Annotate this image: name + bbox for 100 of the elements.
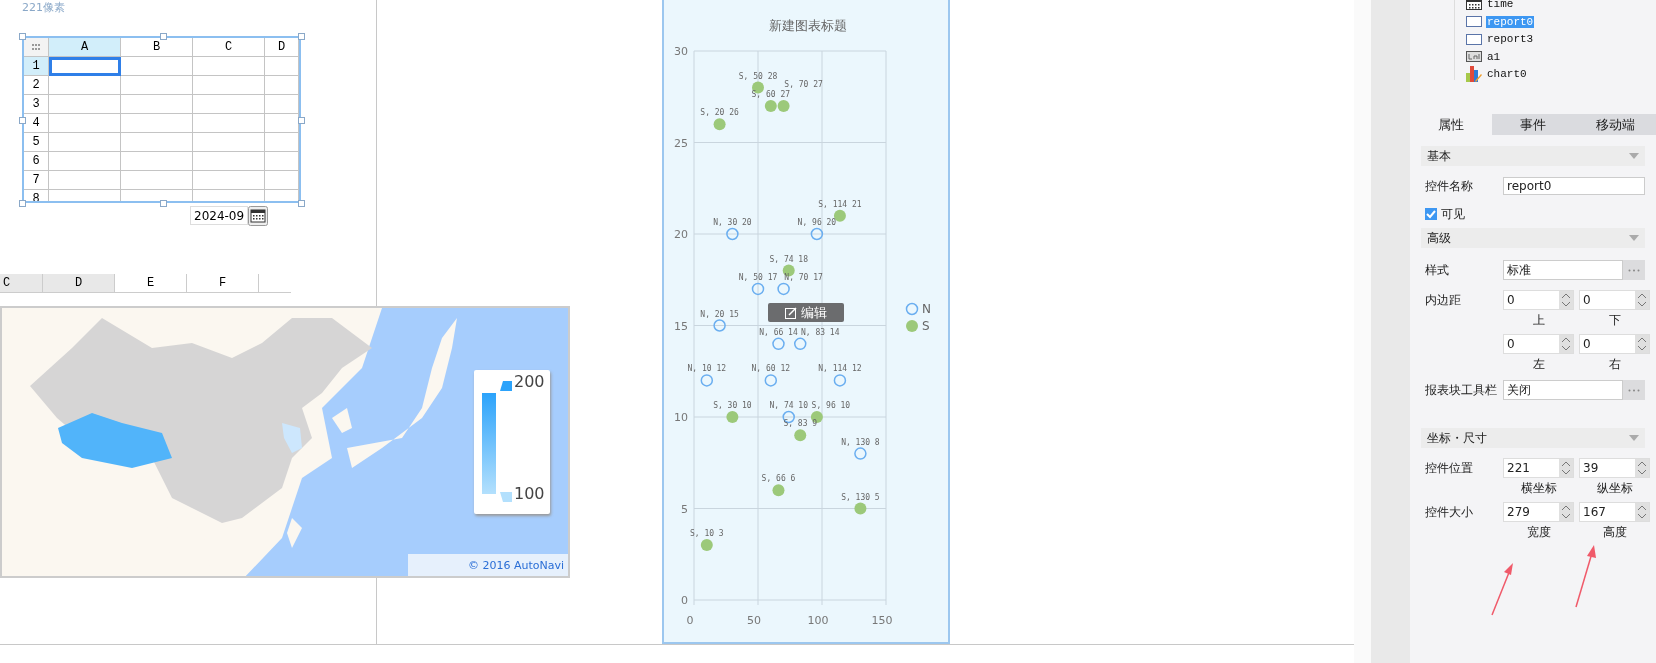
- section-header[interactable]: 基本: [1421, 146, 1645, 166]
- tree-item[interactable]: chart0: [1486, 68, 1528, 80]
- data-point: [700, 539, 713, 552]
- table-cell[interactable]: [49, 95, 121, 114]
- section-header[interactable]: 坐标・尺寸: [1421, 428, 1645, 448]
- spinner-icon[interactable]: [1635, 459, 1649, 477]
- spinner-icon[interactable]: [1635, 291, 1649, 309]
- selected-cell[interactable]: [49, 57, 121, 76]
- table-cell[interactable]: [121, 76, 193, 95]
- spinner-icon[interactable]: [1635, 503, 1649, 521]
- data-point: [772, 484, 785, 497]
- value-field[interactable]: 关闭: [1503, 380, 1623, 400]
- resize-handle[interactable]: [298, 33, 305, 40]
- data-label: N, 60 12: [751, 364, 791, 374]
- table-cell[interactable]: [121, 57, 193, 76]
- table-cell[interactable]: [265, 152, 299, 171]
- field-caption: 纵坐标: [1596, 479, 1633, 497]
- caret-icon: [1629, 435, 1639, 441]
- column-header[interactable]: E: [115, 274, 187, 293]
- handle-icon[interactable]: [500, 492, 512, 502]
- table-cell[interactable]: [121, 133, 193, 152]
- number-field[interactable]: 221: [1503, 458, 1574, 478]
- table-cell[interactable]: [121, 152, 193, 171]
- data-label: S, 70 27: [784, 79, 823, 89]
- table-cell[interactable]: [121, 171, 193, 190]
- row-header[interactable]: 1: [24, 57, 49, 76]
- table-cell[interactable]: [193, 95, 265, 114]
- tab[interactable]: 移动端: [1574, 114, 1656, 135]
- table-cell[interactable]: [193, 114, 265, 133]
- table-cell[interactable]: [193, 171, 265, 190]
- data-label: S, 114 21: [818, 199, 862, 209]
- number-field[interactable]: 0: [1503, 290, 1574, 310]
- table-cell[interactable]: [265, 95, 299, 114]
- edit-button[interactable]: 编辑: [768, 303, 844, 322]
- number-field[interactable]: 0: [1579, 334, 1650, 354]
- tree-item[interactable]: report3: [1486, 33, 1535, 45]
- table-cell[interactable]: [193, 57, 265, 76]
- row-header[interactable]: 3: [24, 95, 49, 114]
- resize-handle[interactable]: [298, 117, 305, 124]
- table-cell[interactable]: [265, 133, 299, 152]
- column-header[interactable]: F: [187, 274, 259, 293]
- checkbox[interactable]: [1425, 208, 1437, 220]
- table-cell[interactable]: [193, 76, 265, 95]
- resize-handle[interactable]: [160, 200, 167, 207]
- data-label: S, 96 10: [811, 401, 851, 410]
- table-cell[interactable]: [49, 171, 121, 190]
- section-header[interactable]: 高级: [1421, 228, 1645, 248]
- row-header[interactable]: 7: [24, 171, 49, 190]
- data-point: [726, 227, 739, 241]
- number-field[interactable]: 0: [1579, 290, 1650, 310]
- data-label: N, 10 12: [687, 364, 727, 374]
- section-title: 基本: [1427, 147, 1451, 165]
- spinner-icon[interactable]: [1559, 291, 1573, 309]
- column-header[interactable]: D: [43, 274, 115, 293]
- number-field[interactable]: 167: [1579, 502, 1650, 522]
- column-header[interactable]: A: [49, 38, 121, 57]
- table-cell[interactable]: [265, 76, 299, 95]
- data-label: S, 20 26: [700, 108, 739, 118]
- row-header[interactable]: 5: [24, 133, 49, 152]
- row-header[interactable]: 4: [24, 114, 49, 133]
- row-header[interactable]: 6: [24, 152, 49, 171]
- spinner-icon[interactable]: [1559, 503, 1573, 521]
- tree-item[interactable]: time: [1486, 0, 1515, 10]
- value-field[interactable]: 标准: [1503, 260, 1623, 280]
- data-point: [777, 99, 790, 112]
- resize-handle[interactable]: [160, 33, 167, 40]
- data-label: N, 20 15: [700, 309, 739, 319]
- number-field[interactable]: 0: [1503, 334, 1574, 354]
- more-button[interactable]: [1623, 380, 1645, 400]
- resize-handle[interactable]: [19, 117, 26, 124]
- table-cell[interactable]: [193, 152, 265, 171]
- table-cell[interactable]: [121, 114, 193, 133]
- row-header[interactable]: 2: [24, 76, 49, 95]
- table-cell[interactable]: [193, 133, 265, 152]
- table-cell[interactable]: [49, 152, 121, 171]
- calendar-icon[interactable]: [248, 206, 268, 226]
- handle-icon[interactable]: [500, 381, 512, 391]
- resize-handle[interactable]: [298, 200, 305, 207]
- number-field[interactable]: 279: [1503, 502, 1574, 522]
- spinner-icon[interactable]: [1559, 459, 1573, 477]
- table-cell[interactable]: [49, 133, 121, 152]
- table-cell[interactable]: [49, 114, 121, 133]
- table-cell[interactable]: [265, 57, 299, 76]
- table-cell[interactable]: [49, 76, 121, 95]
- column-header[interactable]: C: [193, 38, 265, 57]
- table-cell[interactable]: [265, 171, 299, 190]
- resize-handle[interactable]: [19, 33, 26, 40]
- table-cell[interactable]: [121, 95, 193, 114]
- column-header[interactable]: C: [0, 274, 43, 293]
- select-all-cell[interactable]: [24, 38, 49, 57]
- spinner-icon[interactable]: [1559, 335, 1573, 353]
- resize-handle[interactable]: [19, 200, 26, 207]
- number-field[interactable]: 39: [1579, 458, 1650, 478]
- tab[interactable]: 事件: [1492, 114, 1574, 135]
- more-button[interactable]: [1623, 260, 1645, 280]
- date-field[interactable]: 2024-09: [190, 206, 248, 225]
- spinner-icon[interactable]: [1635, 335, 1649, 353]
- tree-item[interactable]: a1: [1486, 50, 1502, 63]
- name-field[interactable]: report0: [1503, 177, 1645, 195]
- annotation-arrow: [1575, 545, 1596, 608]
